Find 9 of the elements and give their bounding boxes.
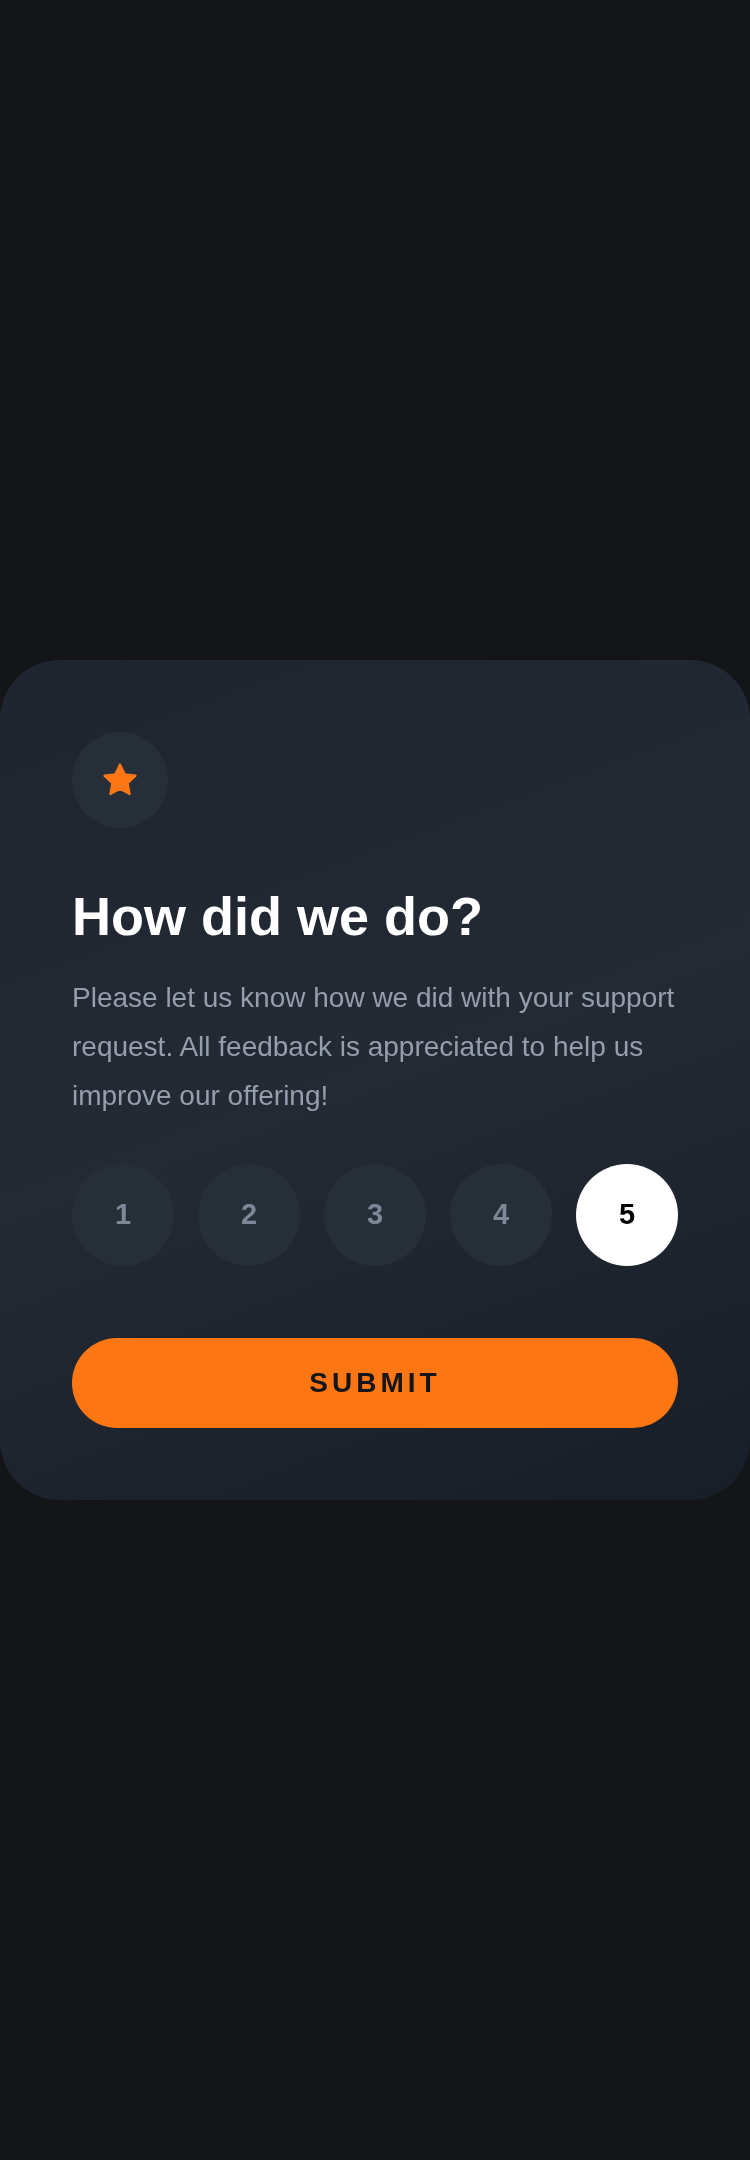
star-icon (102, 763, 138, 798)
description: Please let us know how we did with your support request. All feedback is appreciated to help us improve our offering! (72, 980, 676, 1113)
title: How did we do? (72, 885, 484, 949)
rating-button[interactable]: 5 (576, 1163, 678, 1266)
rating-button[interactable]: 4 (450, 1163, 552, 1266)
rating-button[interactable]: 2 (198, 1163, 300, 1266)
submit-button[interactable]: SUBMIT (72, 1337, 678, 1428)
rating-button[interactable]: 1 (72, 1163, 174, 1266)
rating-button[interactable]: 3 (324, 1163, 426, 1266)
